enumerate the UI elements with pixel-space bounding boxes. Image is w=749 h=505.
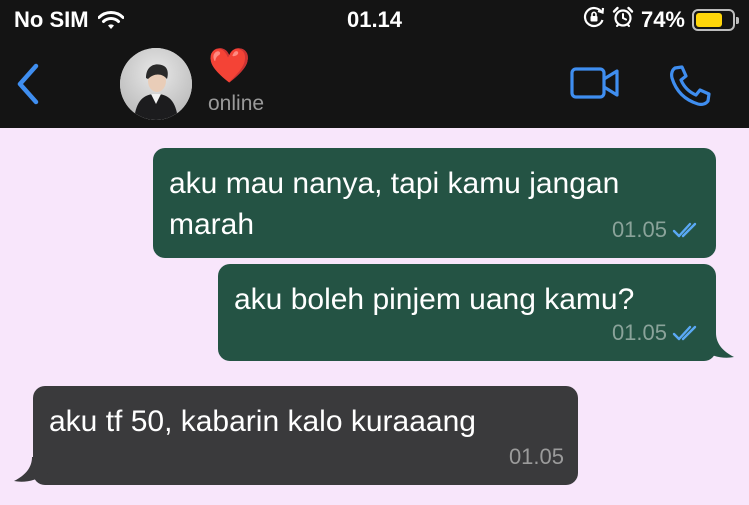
message-time: 01.05: [611, 320, 667, 345]
chat-header: ❤️ online: [0, 40, 749, 128]
contact-avatar[interactable]: [120, 48, 192, 120]
read-receipt-icon: [672, 324, 702, 342]
battery-icon: [692, 9, 739, 31]
back-chevron-icon[interactable]: [14, 62, 42, 111]
status-bar: No SIM 01.14 74%: [0, 0, 749, 40]
alarm-icon: [612, 6, 634, 34]
message-line: aku boleh pinjem uang kamu?: [234, 283, 635, 316]
message-time: 01.05: [508, 444, 564, 469]
message-text: aku mau nanya, tapi kamu jangan marah: [169, 163, 619, 245]
status-right: 74%: [576, 6, 739, 34]
read-receipt-icon: [672, 221, 702, 239]
message-bubble-outgoing[interactable]: aku boleh pinjem uang kamu? 01.05: [218, 264, 716, 361]
video-camera-icon[interactable]: [570, 66, 620, 105]
message-meta: 01.05: [509, 436, 564, 477]
message-bubble-incoming[interactable]: aku tf 50, kabarin kalo kuraaang 01.05: [33, 386, 578, 485]
contact-status: online: [208, 92, 265, 115]
battery-percent: 74%: [640, 7, 685, 32]
contact-name[interactable]: ❤️: [208, 46, 250, 86]
bubble-tail-outgoing: [700, 333, 734, 358]
message-meta: 01.05: [612, 209, 702, 250]
bubble-tail-incoming: [14, 457, 48, 482]
message-line: aku tf 50, kabarin kalo kuraaang: [49, 405, 476, 438]
message-line: marah: [169, 208, 255, 241]
message-bubble-outgoing[interactable]: aku mau nanya, tapi kamu jangan marah 01…: [153, 148, 716, 258]
message-meta: 01.05: [612, 312, 702, 353]
phone-icon[interactable]: [668, 64, 712, 111]
message-line: aku mau nanya, tapi kamu jangan: [169, 167, 620, 200]
message-text: aku boleh pinjem uang kamu?: [234, 279, 634, 320]
battery-level-fill: [696, 13, 722, 27]
rotation-lock-icon: [583, 6, 605, 34]
message-text: aku tf 50, kabarin kalo kuraaang: [49, 401, 476, 442]
message-time: 01.05: [611, 217, 667, 242]
